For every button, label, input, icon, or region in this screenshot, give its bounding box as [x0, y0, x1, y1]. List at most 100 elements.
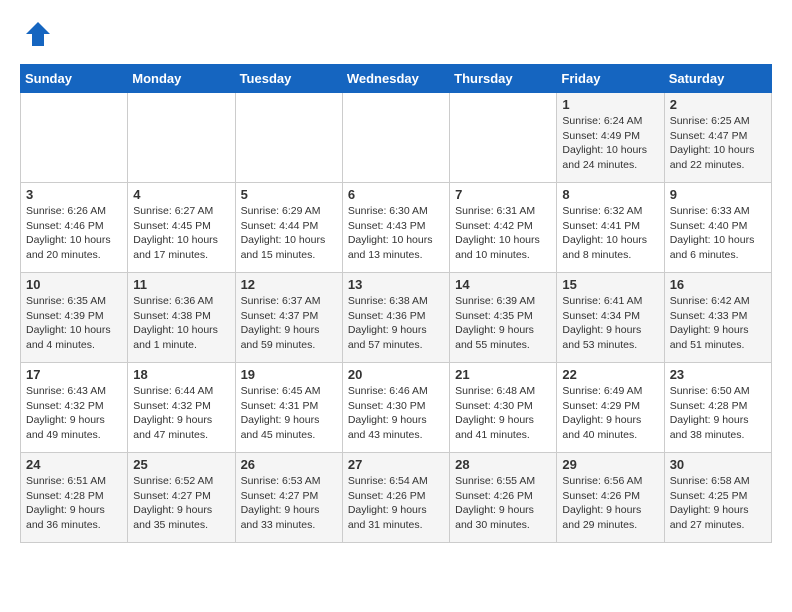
calendar-cell: 12Sunrise: 6:37 AM Sunset: 4:37 PM Dayli… [235, 273, 342, 363]
day-detail: Sunrise: 6:44 AM Sunset: 4:32 PM Dayligh… [133, 384, 229, 443]
day-number: 9 [670, 187, 766, 202]
day-detail: Sunrise: 6:49 AM Sunset: 4:29 PM Dayligh… [562, 384, 658, 443]
calendar-cell [235, 93, 342, 183]
day-number: 23 [670, 367, 766, 382]
day-number: 20 [348, 367, 444, 382]
day-number: 12 [241, 277, 337, 292]
day-detail: Sunrise: 6:43 AM Sunset: 4:32 PM Dayligh… [26, 384, 122, 443]
calendar-cell: 11 Sunrise: 6:36 AM Sunset: 4:38 PM Dayli… [128, 273, 235, 363]
calendar-cell: 14 Sunrise: 6:39 AM Sunset: 4:35 PM Dayli… [450, 273, 557, 363]
day-number: 29 [562, 457, 658, 472]
day-number: 26 [241, 457, 337, 472]
day-number: 22 [562, 367, 658, 382]
calendar-week-0: 1Sunrise: 6:24 AM Sunset: 4:49 PM Daylig… [21, 93, 772, 183]
calendar-cell: 1Sunrise: 6:24 AM Sunset: 4:49 PM Daylig… [557, 93, 664, 183]
calendar-cell: 18 Sunrise: 6:44 AM Sunset: 4:32 PM Dayli… [128, 363, 235, 453]
day-detail: Sunrise: 6:58 AM Sunset: 4:25 PM Dayligh… [670, 474, 766, 533]
calendar-cell [128, 93, 235, 183]
day-detail: Sunrise: 6:27 AM Sunset: 4:45 PM Dayligh… [133, 204, 229, 263]
calendar-cell: 8 Sunrise: 6:32 AM Sunset: 4:41 PM Daylig… [557, 183, 664, 273]
day-detail: Sunrise: 6:33 AM Sunset: 4:40 PM Dayligh… [670, 204, 766, 263]
calendar-cell: 23 Sunrise: 6:50 AM Sunset: 4:28 PM Dayli… [664, 363, 771, 453]
weekday-header-thursday: Thursday [450, 65, 557, 93]
day-number: 10 [26, 277, 122, 292]
day-number: 21 [455, 367, 551, 382]
weekday-header-monday: Monday [128, 65, 235, 93]
calendar-cell: 21Sunrise: 6:48 AM Sunset: 4:30 PM Dayli… [450, 363, 557, 453]
calendar-cell [21, 93, 128, 183]
calendar-cell: 25 Sunrise: 6:52 AM Sunset: 4:27 PM Dayli… [128, 453, 235, 543]
calendar-cell: 3 Sunrise: 6:26 AM Sunset: 4:46 PM Daylig… [21, 183, 128, 273]
calendar-table: SundayMondayTuesdayWednesdayThursdayFrid… [20, 64, 772, 543]
calendar-cell: 9 Sunrise: 6:33 AM Sunset: 4:40 PM Daylig… [664, 183, 771, 273]
day-detail: Sunrise: 6:35 AM Sunset: 4:39 PM Dayligh… [26, 294, 122, 353]
calendar-cell: 29 Sunrise: 6:56 AM Sunset: 4:26 PM Dayli… [557, 453, 664, 543]
calendar-cell: 2 Sunrise: 6:25 AM Sunset: 4:47 PM Daylig… [664, 93, 771, 183]
calendar-cell: 27 Sunrise: 6:54 AM Sunset: 4:26 PM Dayli… [342, 453, 449, 543]
calendar-cell: 28Sunrise: 6:55 AM Sunset: 4:26 PM Dayli… [450, 453, 557, 543]
calendar-cell: 6Sunrise: 6:30 AM Sunset: 4:43 PM Daylig… [342, 183, 449, 273]
day-number: 25 [133, 457, 229, 472]
day-detail: Sunrise: 6:55 AM Sunset: 4:26 PM Dayligh… [455, 474, 551, 533]
day-detail: Sunrise: 6:29 AM Sunset: 4:44 PM Dayligh… [241, 204, 337, 263]
day-number: 3 [26, 187, 122, 202]
day-number: 11 [133, 277, 229, 292]
calendar-week-3: 17Sunrise: 6:43 AM Sunset: 4:32 PM Dayli… [21, 363, 772, 453]
day-detail: Sunrise: 6:46 AM Sunset: 4:30 PM Dayligh… [348, 384, 444, 443]
calendar-week-2: 10 Sunrise: 6:35 AM Sunset: 4:39 PM Dayli… [21, 273, 772, 363]
day-detail: Sunrise: 6:39 AM Sunset: 4:35 PM Dayligh… [455, 294, 551, 353]
day-detail: Sunrise: 6:32 AM Sunset: 4:41 PM Dayligh… [562, 204, 658, 263]
day-detail: Sunrise: 6:38 AM Sunset: 4:36 PM Dayligh… [348, 294, 444, 353]
calendar-week-4: 24 Sunrise: 6:51 AM Sunset: 4:28 PM Dayli… [21, 453, 772, 543]
calendar-cell: 20 Sunrise: 6:46 AM Sunset: 4:30 PM Dayli… [342, 363, 449, 453]
calendar-cell: 16Sunrise: 6:42 AM Sunset: 4:33 PM Dayli… [664, 273, 771, 363]
day-detail: Sunrise: 6:41 AM Sunset: 4:34 PM Dayligh… [562, 294, 658, 353]
calendar-cell: 13 Sunrise: 6:38 AM Sunset: 4:36 PM Dayli… [342, 273, 449, 363]
day-number: 24 [26, 457, 122, 472]
weekday-header-tuesday: Tuesday [235, 65, 342, 93]
calendar-cell: 10 Sunrise: 6:35 AM Sunset: 4:39 PM Dayli… [21, 273, 128, 363]
calendar-cell [450, 93, 557, 183]
calendar-cell [342, 93, 449, 183]
day-number: 13 [348, 277, 444, 292]
day-detail: Sunrise: 6:50 AM Sunset: 4:28 PM Dayligh… [670, 384, 766, 443]
weekday-header-sunday: Sunday [21, 65, 128, 93]
day-detail: Sunrise: 6:54 AM Sunset: 4:26 PM Dayligh… [348, 474, 444, 533]
day-number: 7 [455, 187, 551, 202]
day-number: 5 [241, 187, 337, 202]
calendar-cell: 15 Sunrise: 6:41 AM Sunset: 4:34 PM Dayli… [557, 273, 664, 363]
day-number: 18 [133, 367, 229, 382]
day-detail: Sunrise: 6:51 AM Sunset: 4:28 PM Dayligh… [26, 474, 122, 533]
day-detail: Sunrise: 6:30 AM Sunset: 4:43 PM Dayligh… [348, 204, 444, 263]
day-detail: Sunrise: 6:56 AM Sunset: 4:26 PM Dayligh… [562, 474, 658, 533]
weekday-header-friday: Friday [557, 65, 664, 93]
calendar-cell: 5 Sunrise: 6:29 AM Sunset: 4:44 PM Daylig… [235, 183, 342, 273]
calendar-cell: 24 Sunrise: 6:51 AM Sunset: 4:28 PM Dayli… [21, 453, 128, 543]
calendar-cell: 22 Sunrise: 6:49 AM Sunset: 4:29 PM Dayli… [557, 363, 664, 453]
logo-icon [24, 20, 52, 48]
page-header [20, 20, 772, 48]
day-number: 27 [348, 457, 444, 472]
calendar-cell: 30 Sunrise: 6:58 AM Sunset: 4:25 PM Dayli… [664, 453, 771, 543]
calendar-cell: 7 Sunrise: 6:31 AM Sunset: 4:42 PM Daylig… [450, 183, 557, 273]
calendar-week-1: 3 Sunrise: 6:26 AM Sunset: 4:46 PM Daylig… [21, 183, 772, 273]
weekday-header-saturday: Saturday [664, 65, 771, 93]
day-detail: Sunrise: 6:24 AM Sunset: 4:49 PM Dayligh… [562, 114, 658, 173]
day-detail: Sunrise: 6:53 AM Sunset: 4:27 PM Dayligh… [241, 474, 337, 533]
calendar-cell: 26 Sunrise: 6:53 AM Sunset: 4:27 PM Dayli… [235, 453, 342, 543]
calendar-cell: 17Sunrise: 6:43 AM Sunset: 4:32 PM Dayli… [21, 363, 128, 453]
day-number: 14 [455, 277, 551, 292]
day-number: 30 [670, 457, 766, 472]
day-detail: Sunrise: 6:45 AM Sunset: 4:31 PM Dayligh… [241, 384, 337, 443]
day-number: 15 [562, 277, 658, 292]
day-number: 8 [562, 187, 658, 202]
day-detail: Sunrise: 6:52 AM Sunset: 4:27 PM Dayligh… [133, 474, 229, 533]
calendar-cell: 19Sunrise: 6:45 AM Sunset: 4:31 PM Dayli… [235, 363, 342, 453]
day-detail: Sunrise: 6:36 AM Sunset: 4:38 PM Dayligh… [133, 294, 229, 353]
day-detail: Sunrise: 6:25 AM Sunset: 4:47 PM Dayligh… [670, 114, 766, 173]
day-detail: Sunrise: 6:31 AM Sunset: 4:42 PM Dayligh… [455, 204, 551, 263]
day-number: 2 [670, 97, 766, 112]
day-detail: Sunrise: 6:26 AM Sunset: 4:46 PM Dayligh… [26, 204, 122, 263]
day-number: 16 [670, 277, 766, 292]
weekday-header-wednesday: Wednesday [342, 65, 449, 93]
